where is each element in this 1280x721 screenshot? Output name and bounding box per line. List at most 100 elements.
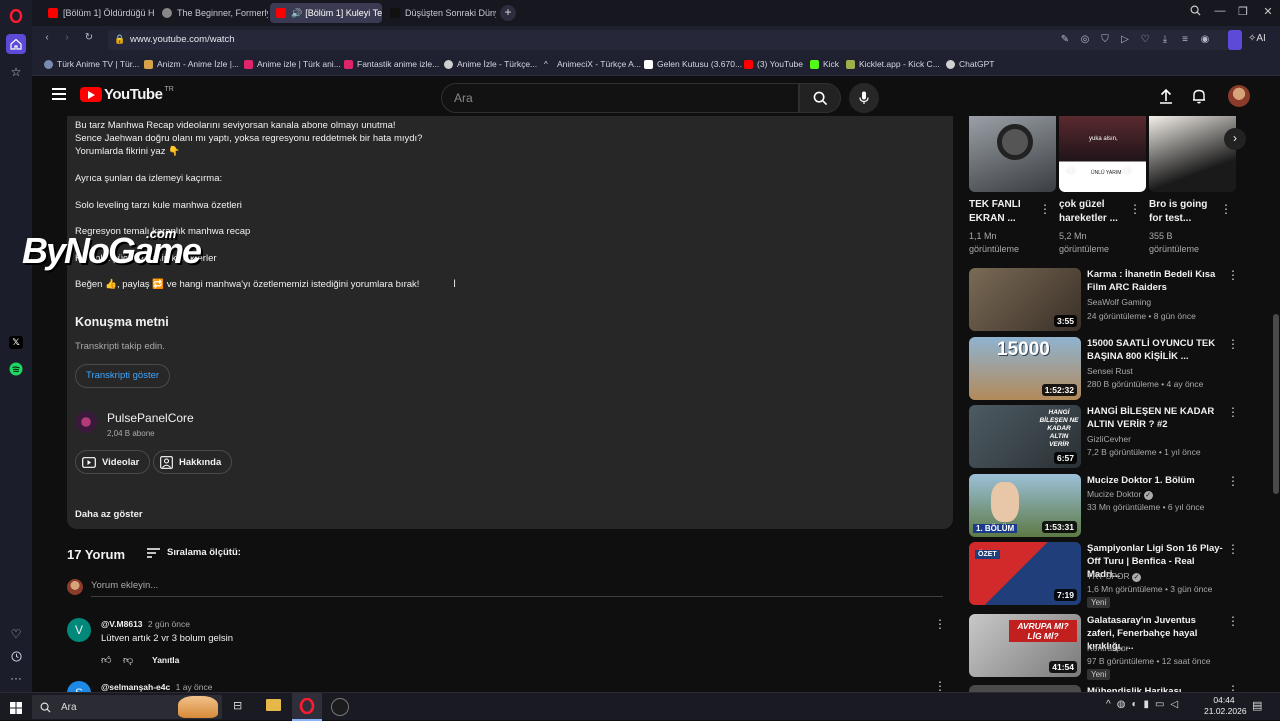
- ai-button[interactable]: ✧AI: [1248, 33, 1266, 44]
- video-menu-icon[interactable]: ⋮: [1227, 405, 1239, 419]
- more-icon[interactable]: ···: [6, 668, 26, 688]
- hamburger-menu-icon[interactable]: [52, 88, 66, 100]
- video-menu-icon[interactable]: ⋮: [1227, 614, 1239, 628]
- tab-1[interactable]: [Bölüm 1] Öldürdüğü Her: [42, 3, 154, 23]
- short-menu-icon[interactable]: ⋮: [1039, 202, 1051, 216]
- upload-icon[interactable]: [1159, 88, 1173, 109]
- about-button[interactable]: Hakkında: [153, 450, 233, 474]
- taskbar-search[interactable]: Ara: [32, 695, 222, 719]
- system-tray[interactable]: ^◍◐▮▭◁: [1106, 699, 1184, 710]
- close-icon[interactable]: ✕: [1260, 5, 1276, 18]
- bookmark-3[interactable]: Anime izle | Türk ani...: [244, 59, 341, 69]
- video-thumbnail[interactable]: 1. BÖLÜM 1:53:31: [969, 474, 1081, 537]
- minimize-icon[interactable]: —: [1212, 5, 1228, 17]
- url-field[interactable]: 🔒 www.youtube.com/watch ✎ ◎ ⛉ ▷ ♡ ⤓ ≡ ◉: [108, 30, 1238, 50]
- video-thumbnail[interactable]: HANGİ BİLEŞEN NE KADAR ALTIN VERİR 6:57: [969, 405, 1081, 468]
- bookmark-8[interactable]: (3) YouTube: [744, 59, 803, 69]
- video-channel[interactable]: SeaWolf Gaming: [1087, 297, 1151, 307]
- channel-name[interactable]: PulsePanelCore: [107, 411, 194, 425]
- comment-avatar[interactable]: V: [67, 618, 91, 642]
- search-button[interactable]: [799, 83, 841, 113]
- video-title[interactable]: Karma : İhanetin Bedeli Kısa Film ARC Ra…: [1087, 268, 1225, 294]
- notification-center-icon[interactable]: ▤: [1252, 699, 1262, 712]
- video-thumbnail[interactable]: AVRUPA MI? LİG Mİ? 41:54: [969, 614, 1081, 677]
- sort-button[interactable]: Sıralama ölçütü:: [147, 547, 241, 558]
- short-title[interactable]: TEK FANLI EKRAN ...: [969, 198, 1039, 226]
- extension-icon[interactable]: [1228, 30, 1242, 50]
- scrollbar-track[interactable]: [1272, 116, 1280, 692]
- bookmark-9[interactable]: Kick: [810, 59, 839, 69]
- short-title[interactable]: çok güzel hareketler ...: [1059, 198, 1129, 226]
- bookmark-4[interactable]: Fantastik anime izle...: [344, 59, 439, 69]
- comment-author[interactable]: @V.M8613: [101, 619, 143, 629]
- clock[interactable]: 04:44 21.02.2026: [1204, 695, 1247, 717]
- avatar[interactable]: [1228, 85, 1250, 107]
- heart-outline-icon[interactable]: ♡: [1138, 34, 1152, 45]
- spotify-icon[interactable]: [6, 359, 26, 379]
- video-channel[interactable]: Sensei Rust: [1087, 366, 1133, 376]
- dislike-button[interactable]: 👎︎: [123, 654, 133, 666]
- short-thumbnail[interactable]: [969, 116, 1056, 192]
- reload-icon[interactable]: ↻: [82, 32, 96, 43]
- comment-time[interactable]: 2 gün önce: [148, 619, 190, 629]
- video-menu-icon[interactable]: ⋮: [1227, 474, 1239, 488]
- search-tabs-icon[interactable]: [1187, 5, 1203, 19]
- comment-menu-icon[interactable]: ⋮: [934, 679, 946, 693]
- bookmark-7[interactable]: Gelen Kutusu (3.670...: [644, 59, 742, 69]
- home-icon[interactable]: [6, 34, 26, 54]
- short-thumbnail[interactable]: [1149, 116, 1236, 192]
- video-title[interactable]: 15000 SAATLİ OYUNCU TEK BAŞINA 800 KİŞİL…: [1087, 337, 1225, 363]
- search-input[interactable]: Ara: [441, 83, 799, 113]
- opera-taskbar-button[interactable]: [292, 693, 322, 721]
- play-icon[interactable]: ▷: [1118, 34, 1132, 45]
- shorts-next-button[interactable]: ›: [1224, 128, 1246, 150]
- add-comment-input[interactable]: Yorum ekleyin...: [91, 580, 943, 597]
- windows-start-icon[interactable]: [10, 701, 22, 719]
- camera-icon[interactable]: ◎: [1078, 34, 1092, 45]
- video-menu-icon[interactable]: ⋮: [1227, 683, 1237, 692]
- video-channel[interactable]: Kontraspor: [1087, 643, 1129, 653]
- app-icon[interactable]: [331, 698, 349, 716]
- restore-icon[interactable]: ❐: [1235, 5, 1251, 18]
- account-icon[interactable]: ◉: [1198, 34, 1212, 45]
- bookmark-6[interactable]: ^ AnimeciX - Türkçe A...: [544, 59, 641, 69]
- comment-avatar[interactable]: S: [67, 681, 91, 692]
- video-title[interactable]: Mucize Doktor 1. Bölüm: [1087, 474, 1225, 487]
- video-thumbnail[interactable]: 3:55: [969, 268, 1081, 331]
- video-menu-icon[interactable]: ⋮: [1227, 268, 1239, 282]
- shield-icon[interactable]: ⛉: [1098, 34, 1112, 45]
- video-channel[interactable]: TRT SPOR ✓: [1087, 571, 1142, 582]
- x-twitter-icon[interactable]: 𝕏: [6, 332, 26, 352]
- menu-icon[interactable]: ≡: [1178, 34, 1192, 45]
- tab-2[interactable]: The Beginner, Formerly Re: [156, 3, 268, 23]
- edit-icon[interactable]: ✎: [1058, 34, 1072, 45]
- short-thumbnail[interactable]: yuka alsın, 😂 ÜNLÜ YARIM 😂: [1059, 116, 1146, 192]
- bookmark-10[interactable]: Kicklet.app - Kick C...: [846, 59, 940, 69]
- file-explorer-icon[interactable]: [266, 699, 281, 711]
- new-tab-button[interactable]: +: [500, 5, 516, 21]
- comment-author[interactable]: @selmanşah-e4c: [101, 682, 170, 692]
- video-menu-icon[interactable]: ⋮: [1227, 542, 1239, 556]
- reply-button[interactable]: Yanıtla: [152, 655, 179, 665]
- download-icon[interactable]: ⤓: [1158, 34, 1172, 45]
- short-title[interactable]: Bro is going for test...: [1149, 198, 1219, 226]
- notifications-bell-icon[interactable]: [1192, 88, 1206, 109]
- video-title[interactable]: HANGİ BİLEŞEN NE KADAR ALTIN VERİR ? #2: [1087, 405, 1225, 431]
- like-button[interactable]: 👍︎: [101, 654, 111, 666]
- forward-icon[interactable]: ›: [60, 32, 74, 43]
- opera-logo-icon[interactable]: [6, 6, 26, 26]
- tab-4[interactable]: Düşüşten Sonraki Dünya: [384, 3, 496, 23]
- comment-time[interactable]: 1 ay önce: [176, 682, 213, 692]
- voice-search-button[interactable]: [849, 83, 879, 113]
- show-less-button[interactable]: Daha az göster: [75, 509, 143, 520]
- show-transcript-button[interactable]: Transkripti göster: [75, 364, 171, 388]
- bookmark-5[interactable]: Anime İzle - Türkçe...: [444, 59, 537, 69]
- bookmark-11[interactable]: ChatGPT: [946, 59, 994, 69]
- video-channel[interactable]: GizliCevher: [1087, 434, 1131, 444]
- video-thumbnail[interactable]: 15000 1:52:32: [969, 337, 1081, 400]
- video-thumbnail[interactable]: ÖZET 7:19: [969, 542, 1081, 605]
- task-view-icon[interactable]: ⊟: [233, 699, 242, 712]
- comment-menu-icon[interactable]: ⋮: [934, 617, 946, 631]
- back-icon[interactable]: ‹: [40, 32, 54, 43]
- scrollbar-thumb[interactable]: [1273, 314, 1279, 494]
